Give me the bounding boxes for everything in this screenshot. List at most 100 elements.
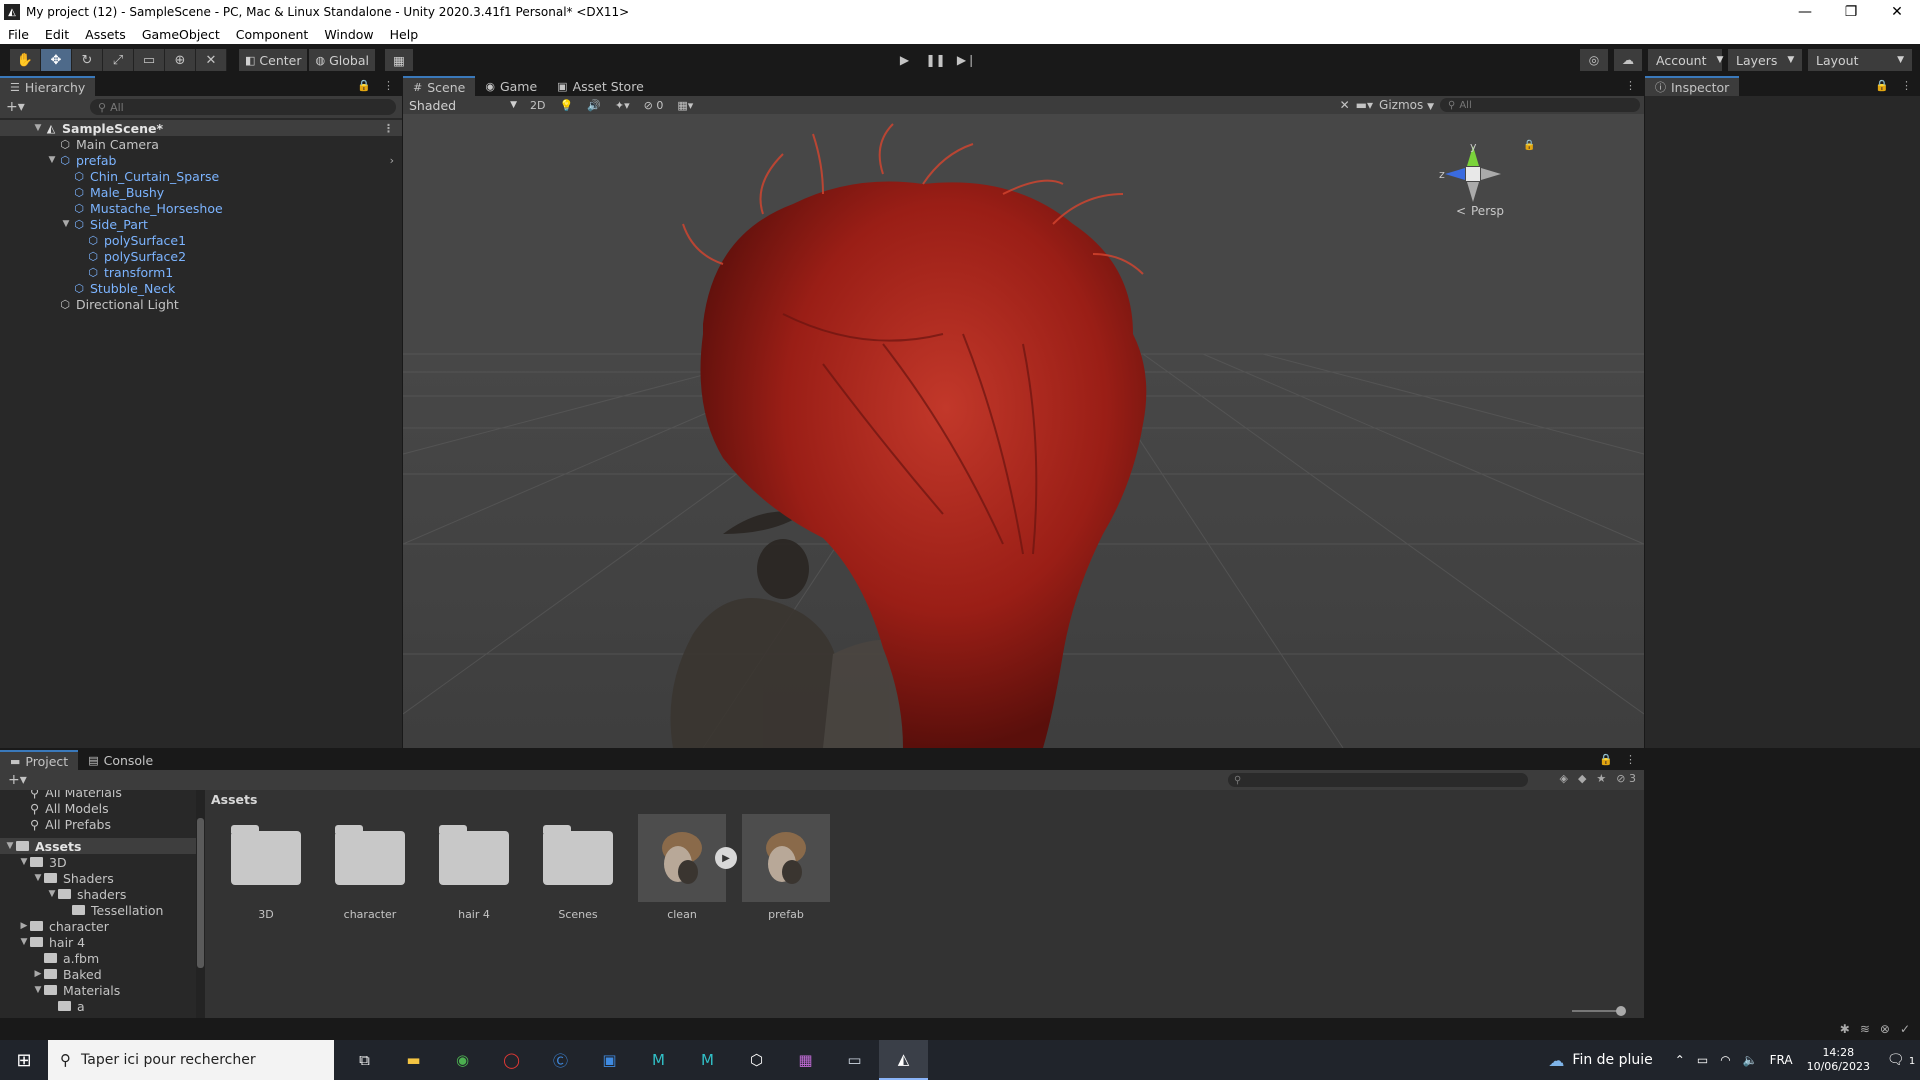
project-folder-item[interactable]: ▶ Baked bbox=[0, 966, 200, 982]
play-button[interactable]: ▶ bbox=[889, 49, 920, 71]
menu-file[interactable]: File bbox=[0, 27, 37, 42]
debug-icon[interactable]: ✱ bbox=[1840, 1022, 1850, 1036]
hierarchy-item[interactable]: ⬡ Stubble_Neck bbox=[0, 280, 402, 296]
hidden-objects-button[interactable]: ⊘ 0 bbox=[637, 99, 671, 112]
menu-help[interactable]: Help bbox=[382, 27, 427, 42]
photos-icon[interactable]: ▭ bbox=[830, 1040, 879, 1080]
clock[interactable]: 14:28 10/06/2023 bbox=[1807, 1046, 1870, 1074]
project-folder-item[interactable]: ▼ Materials bbox=[0, 982, 200, 998]
rect-tool-icon[interactable]: ▭ bbox=[134, 49, 165, 71]
audio-toggle-icon[interactable]: 🔊 bbox=[580, 99, 608, 112]
hidden-packages-button[interactable]: ⊘ 3 bbox=[1616, 772, 1636, 785]
network-icon[interactable]: ◠ bbox=[1720, 1053, 1730, 1067]
grid-snap-button[interactable]: ▦ bbox=[384, 49, 413, 71]
c-app-icon[interactable]: Ⓒ bbox=[536, 1040, 585, 1080]
asset-folder[interactable]: Scenes bbox=[534, 814, 622, 921]
cloud-button[interactable]: ☁ bbox=[1614, 49, 1642, 71]
menu-assets[interactable]: Assets bbox=[77, 27, 134, 42]
tab-hierarchy[interactable]: ☰ Hierarchy bbox=[0, 76, 96, 96]
pause-button[interactable]: ❚❚ bbox=[920, 49, 951, 71]
tab-game[interactable]: ◉ Game bbox=[475, 76, 547, 96]
progress-icon[interactable]: ≋ bbox=[1860, 1022, 1870, 1036]
tools-icon[interactable]: ✕ bbox=[1340, 98, 1350, 112]
expand-arrow-icon[interactable]: ▶ bbox=[18, 921, 30, 931]
camera-settings-icon[interactable]: ▬▾ bbox=[1356, 98, 1373, 112]
taskbar-search-input[interactable]: ⚲ Taper ici pour rechercher bbox=[48, 1040, 334, 1080]
tab-scene[interactable]: # Scene bbox=[403, 76, 476, 96]
opera-icon[interactable]: ◯ bbox=[487, 1040, 536, 1080]
volume-icon[interactable]: 🔈 bbox=[1743, 1053, 1758, 1067]
tab-console[interactable]: ▤ Console bbox=[78, 750, 163, 770]
maya-icon[interactable]: M bbox=[634, 1040, 683, 1080]
lock-icon[interactable]: 🔒 bbox=[357, 79, 371, 92]
kebab-menu-icon[interactable]: ⋮ bbox=[383, 79, 394, 92]
hand-tool-icon[interactable]: ✋ bbox=[10, 49, 41, 71]
language-indicator[interactable]: FRA bbox=[1770, 1053, 1793, 1067]
store-icon[interactable]: ▣ bbox=[585, 1040, 634, 1080]
weather-widget[interactable]: ☁ Fin de pluie bbox=[1548, 1051, 1652, 1070]
minimize-button[interactable]: — bbox=[1782, 0, 1828, 24]
asset-prefab[interactable]: prefab bbox=[742, 814, 830, 921]
scrollbar-thumb[interactable] bbox=[197, 818, 204, 968]
unity-editor-icon[interactable]: ◭ bbox=[879, 1040, 928, 1080]
favorite-star-icon[interactable]: ★ bbox=[1596, 772, 1606, 785]
scene-search-input[interactable]: ⚲ All bbox=[1440, 98, 1640, 112]
menu-edit[interactable]: Edit bbox=[37, 27, 77, 42]
menu-component[interactable]: Component bbox=[228, 27, 317, 42]
pivot-toggle[interactable]: ◧ Center bbox=[239, 49, 308, 71]
project-folder-item[interactable]: ▼ Shaders bbox=[0, 870, 200, 886]
project-folder-item[interactable]: ▼ hair 4 bbox=[0, 934, 200, 950]
hierarchy-item[interactable]: ⬡ Male_Bushy bbox=[0, 184, 402, 200]
close-button[interactable]: ✕ bbox=[1874, 0, 1920, 24]
expand-arrow-icon[interactable]: ▼ bbox=[18, 937, 30, 947]
hierarchy-item[interactable]: ⬡ Main Camera bbox=[0, 136, 402, 152]
hierarchy-item[interactable]: ⬡ Mustache_Horseshoe bbox=[0, 200, 402, 216]
breadcrumb[interactable]: Assets bbox=[205, 790, 1644, 808]
favorite-search-item[interactable]: ⚲ All Materials bbox=[0, 790, 200, 800]
chrome-icon[interactable]: ◉ bbox=[438, 1040, 487, 1080]
kebab-menu-icon[interactable]: ⋮ bbox=[1625, 753, 1636, 766]
step-button[interactable]: ▶❘ bbox=[951, 49, 982, 71]
task-view-icon[interactable]: ⧉ bbox=[340, 1040, 389, 1080]
custom-tool-icon[interactable]: ✕ bbox=[196, 49, 227, 71]
effects-toggle-icon[interactable]: ✦▾ bbox=[608, 99, 637, 112]
project-folder-item[interactable]: ▼ Assets bbox=[0, 838, 200, 854]
unity-hub-icon[interactable]: ⬡ bbox=[732, 1040, 781, 1080]
lighting-toggle-icon[interactable]: 💡 bbox=[552, 99, 580, 112]
expand-arrow-icon[interactable]: ▼ bbox=[46, 155, 58, 165]
asset-folder[interactable]: 3D bbox=[222, 814, 310, 921]
favorite-search-item[interactable]: ⚲ All Prefabs bbox=[0, 816, 200, 832]
tab-asset-store[interactable]: ▣ Asset Store bbox=[547, 76, 654, 96]
transform-tool-icon[interactable]: ⊕ bbox=[165, 49, 196, 71]
menu-gameobject[interactable]: GameObject bbox=[134, 27, 228, 42]
tab-inspector[interactable]: ⓘ Inspector bbox=[1645, 76, 1740, 96]
project-folder-item[interactable]: ▼ shaders bbox=[0, 886, 200, 902]
menu-window[interactable]: Window bbox=[316, 27, 381, 42]
hierarchy-item[interactable]: ⬡ transform1 bbox=[0, 264, 402, 280]
lock-icon[interactable]: 🔒 bbox=[1599, 753, 1613, 766]
favorite-search-item[interactable]: ⚲ All Models bbox=[0, 800, 200, 816]
expand-arrow-icon[interactable]: ▼ bbox=[32, 985, 44, 995]
asset-model[interactable]: ▶ clean bbox=[638, 814, 737, 921]
layers-dropdown[interactable]: Layers ▼ bbox=[1728, 49, 1802, 71]
scale-tool-icon[interactable]: ⤢ bbox=[103, 49, 134, 71]
notifications-button[interactable]: 🗨 1 bbox=[1882, 1052, 1920, 1068]
hierarchy-item[interactable]: ⬡ Chin_Curtain_Sparse bbox=[0, 168, 402, 184]
tab-project[interactable]: ▬ Project bbox=[0, 750, 79, 770]
kebab-menu-icon[interactable]: ⋮ bbox=[383, 122, 394, 135]
expand-arrow-icon[interactable]: ▼ bbox=[4, 841, 16, 851]
add-object-button[interactable]: +▾ bbox=[6, 99, 30, 115]
project-folder-item[interactable]: ▼ 3D bbox=[0, 854, 200, 870]
lock-icon[interactable]: 🔒 bbox=[1875, 79, 1889, 92]
project-tree-scrollbar[interactable] bbox=[196, 790, 205, 1018]
project-folder-item[interactable]: a.fbm bbox=[0, 950, 200, 966]
shading-mode-dropdown[interactable]: Shaded ▼ bbox=[403, 96, 523, 114]
maya-2-icon[interactable]: M bbox=[683, 1040, 732, 1080]
battery-icon[interactable]: ▭ bbox=[1697, 1053, 1708, 1067]
play-preview-icon[interactable]: ▶ bbox=[715, 847, 737, 869]
hierarchy-item[interactable]: ⬡ polySurface1 bbox=[0, 232, 402, 248]
asset-folder[interactable]: hair 4 bbox=[430, 814, 518, 921]
scene-viewport[interactable]: y z 🔒 Persp < bbox=[403, 114, 1644, 748]
kebab-menu-icon[interactable]: ⋮ bbox=[1901, 79, 1912, 92]
rotate-tool-icon[interactable]: ↻ bbox=[72, 49, 103, 71]
